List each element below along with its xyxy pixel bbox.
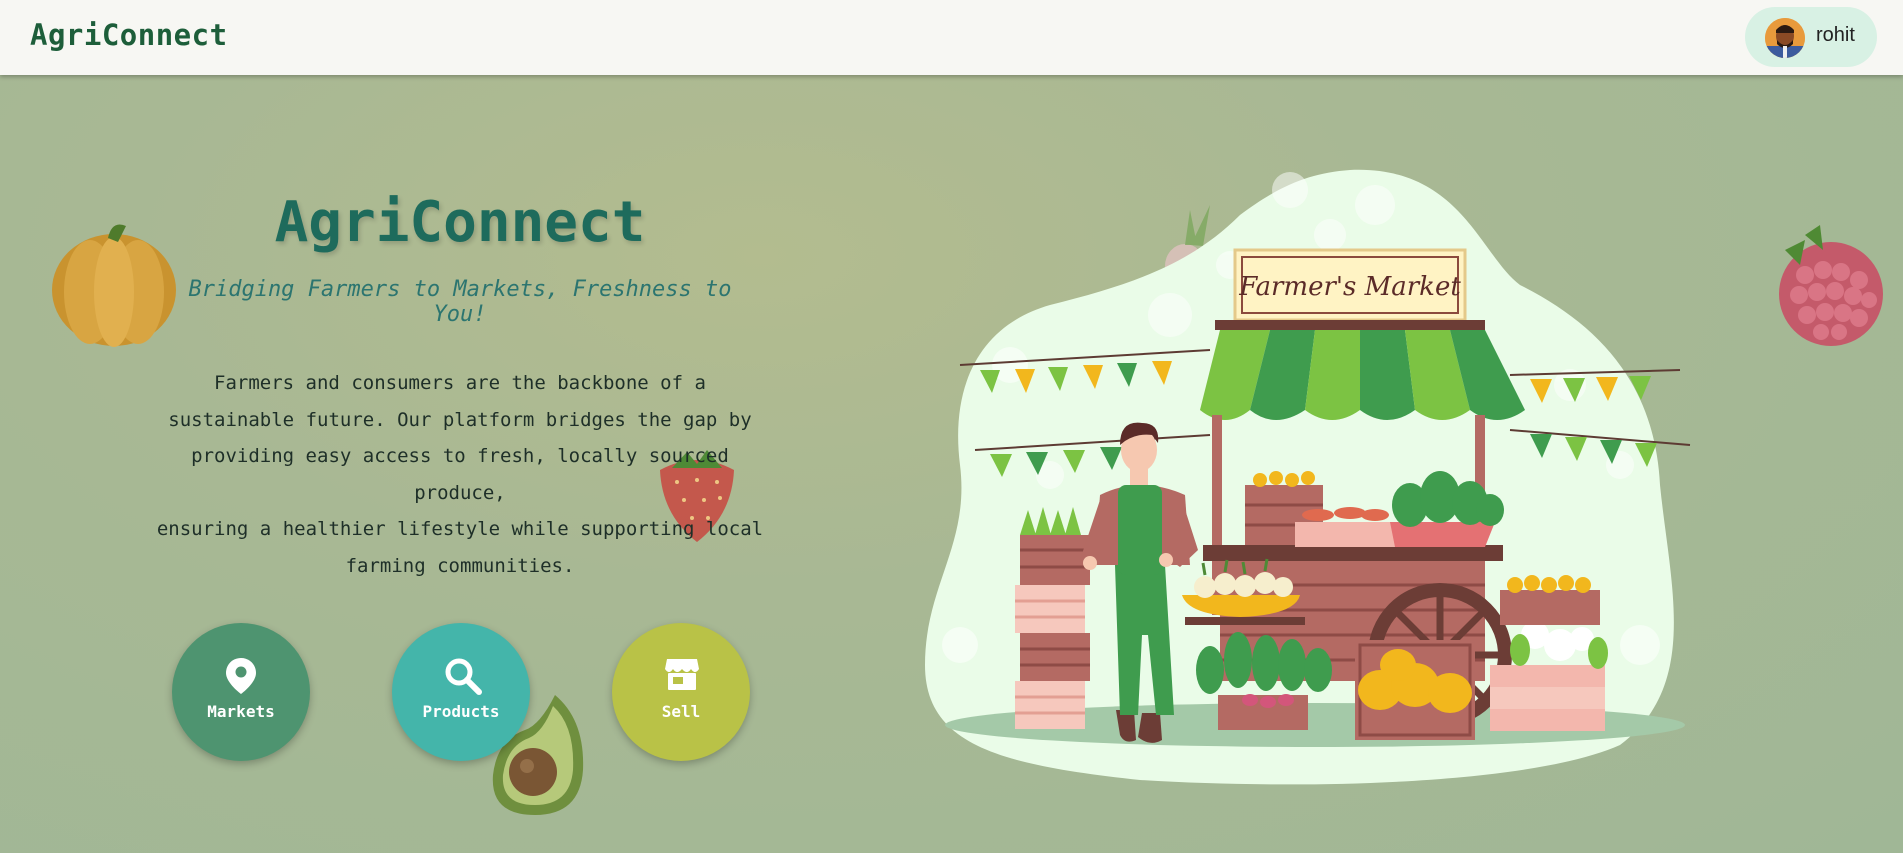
hero-description: Farmers and consumers are the backbone o… xyxy=(150,365,770,584)
description-line: farming communities. xyxy=(345,554,575,577)
description-line: Farmers and consumers are the backbone o… xyxy=(214,372,706,394)
description-line: providing easy access to fresh, locally … xyxy=(191,445,729,504)
sell-button-label: Sell xyxy=(661,702,701,721)
products-button-label: Products xyxy=(422,702,500,721)
markets-button[interactable]: Markets xyxy=(172,623,310,761)
products-button[interactable]: Products xyxy=(392,623,530,761)
search-icon xyxy=(445,658,482,695)
sell-button[interactable]: Sell xyxy=(612,623,750,761)
description-line: sustainable future. Our platform bridges… xyxy=(168,408,752,431)
user-name: rohit xyxy=(1816,24,1855,46)
market-sign-text: Farmer's Market xyxy=(1238,272,1461,302)
navbar: AgriConnect rohit xyxy=(0,0,1903,75)
user-profile-button[interactable]: rohit xyxy=(1745,7,1877,67)
brand-logo[interactable]: AgriConnect xyxy=(30,18,228,52)
user-avatar-icon xyxy=(1765,18,1805,58)
raspberry-icon xyxy=(1779,225,1883,346)
map-pin-icon xyxy=(226,658,256,694)
storefront-icon xyxy=(665,659,699,690)
hero-title: AgriConnect xyxy=(274,190,646,255)
hero-subtitle: Bridging Farmers to Markets, Freshness t… xyxy=(188,277,732,327)
farmers-market-illustration: Farmer's Market xyxy=(925,169,1691,785)
markets-button-label: Markets xyxy=(207,702,275,721)
description-line: ensuring a healthier lifestyle while sup… xyxy=(156,518,764,540)
